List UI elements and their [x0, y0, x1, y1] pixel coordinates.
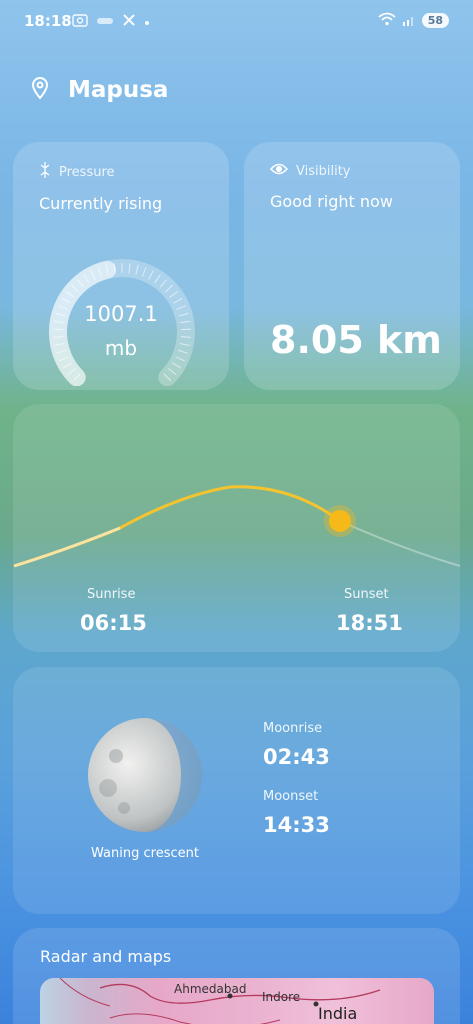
- visibility-status: Good right now: [270, 192, 393, 211]
- moon-phase: Waning crescent: [91, 846, 199, 861]
- x-icon: [122, 13, 136, 30]
- eye-icon: [269, 162, 289, 180]
- sunset-time: 18:51: [336, 611, 403, 635]
- map-city-indore: Indore: [262, 990, 301, 1004]
- pressure-icon: [39, 162, 51, 182]
- pressure-value: 1007.1: [84, 302, 158, 326]
- pressure-label: Pressure: [59, 164, 115, 180]
- moon-card[interactable]: [13, 667, 460, 914]
- status-right: 58: [378, 11, 449, 30]
- moonset-time: 14:33: [263, 813, 330, 837]
- location-pin-icon: [30, 76, 50, 104]
- moonset-label: Moonset: [263, 789, 319, 804]
- signal-icon: [402, 11, 416, 30]
- status-time: 18:18: [24, 12, 72, 30]
- sunrise-time: 06:15: [80, 611, 147, 635]
- sunrise-label: Sunrise: [87, 587, 136, 602]
- moonrise-time: 02:43: [263, 745, 330, 769]
- moonrise-label: Moonrise: [263, 721, 323, 736]
- battery-indicator: 58: [421, 13, 449, 28]
- visibility-header: Visibility: [269, 162, 434, 180]
- visibility-value: 8.05 km: [270, 318, 442, 362]
- screenshot-icon: [72, 13, 88, 30]
- sunset-label: Sunset: [344, 587, 389, 602]
- snap-icon: [96, 15, 114, 29]
- pressure-header: Pressure: [39, 162, 203, 182]
- visibility-label: Visibility: [296, 163, 351, 179]
- map-country: India: [318, 1004, 358, 1023]
- pressure-status: Currently rising: [39, 194, 163, 213]
- location-header[interactable]: Mapusa: [30, 76, 168, 104]
- dot-icon: [144, 15, 150, 29]
- status-bar: 18:18 58: [0, 0, 473, 44]
- map-city-ahmedabad: Ahmedabad: [174, 982, 247, 996]
- pressure-unit: mb: [104, 336, 138, 360]
- location-name: Mapusa: [68, 77, 169, 103]
- radar-map[interactable]: Ahmedabad Indore India: [40, 978, 434, 1024]
- moon-icon: [88, 718, 202, 832]
- radar-title: Radar and maps: [40, 947, 172, 966]
- status-notification-icons: [72, 13, 150, 30]
- wifi-icon: [378, 11, 396, 30]
